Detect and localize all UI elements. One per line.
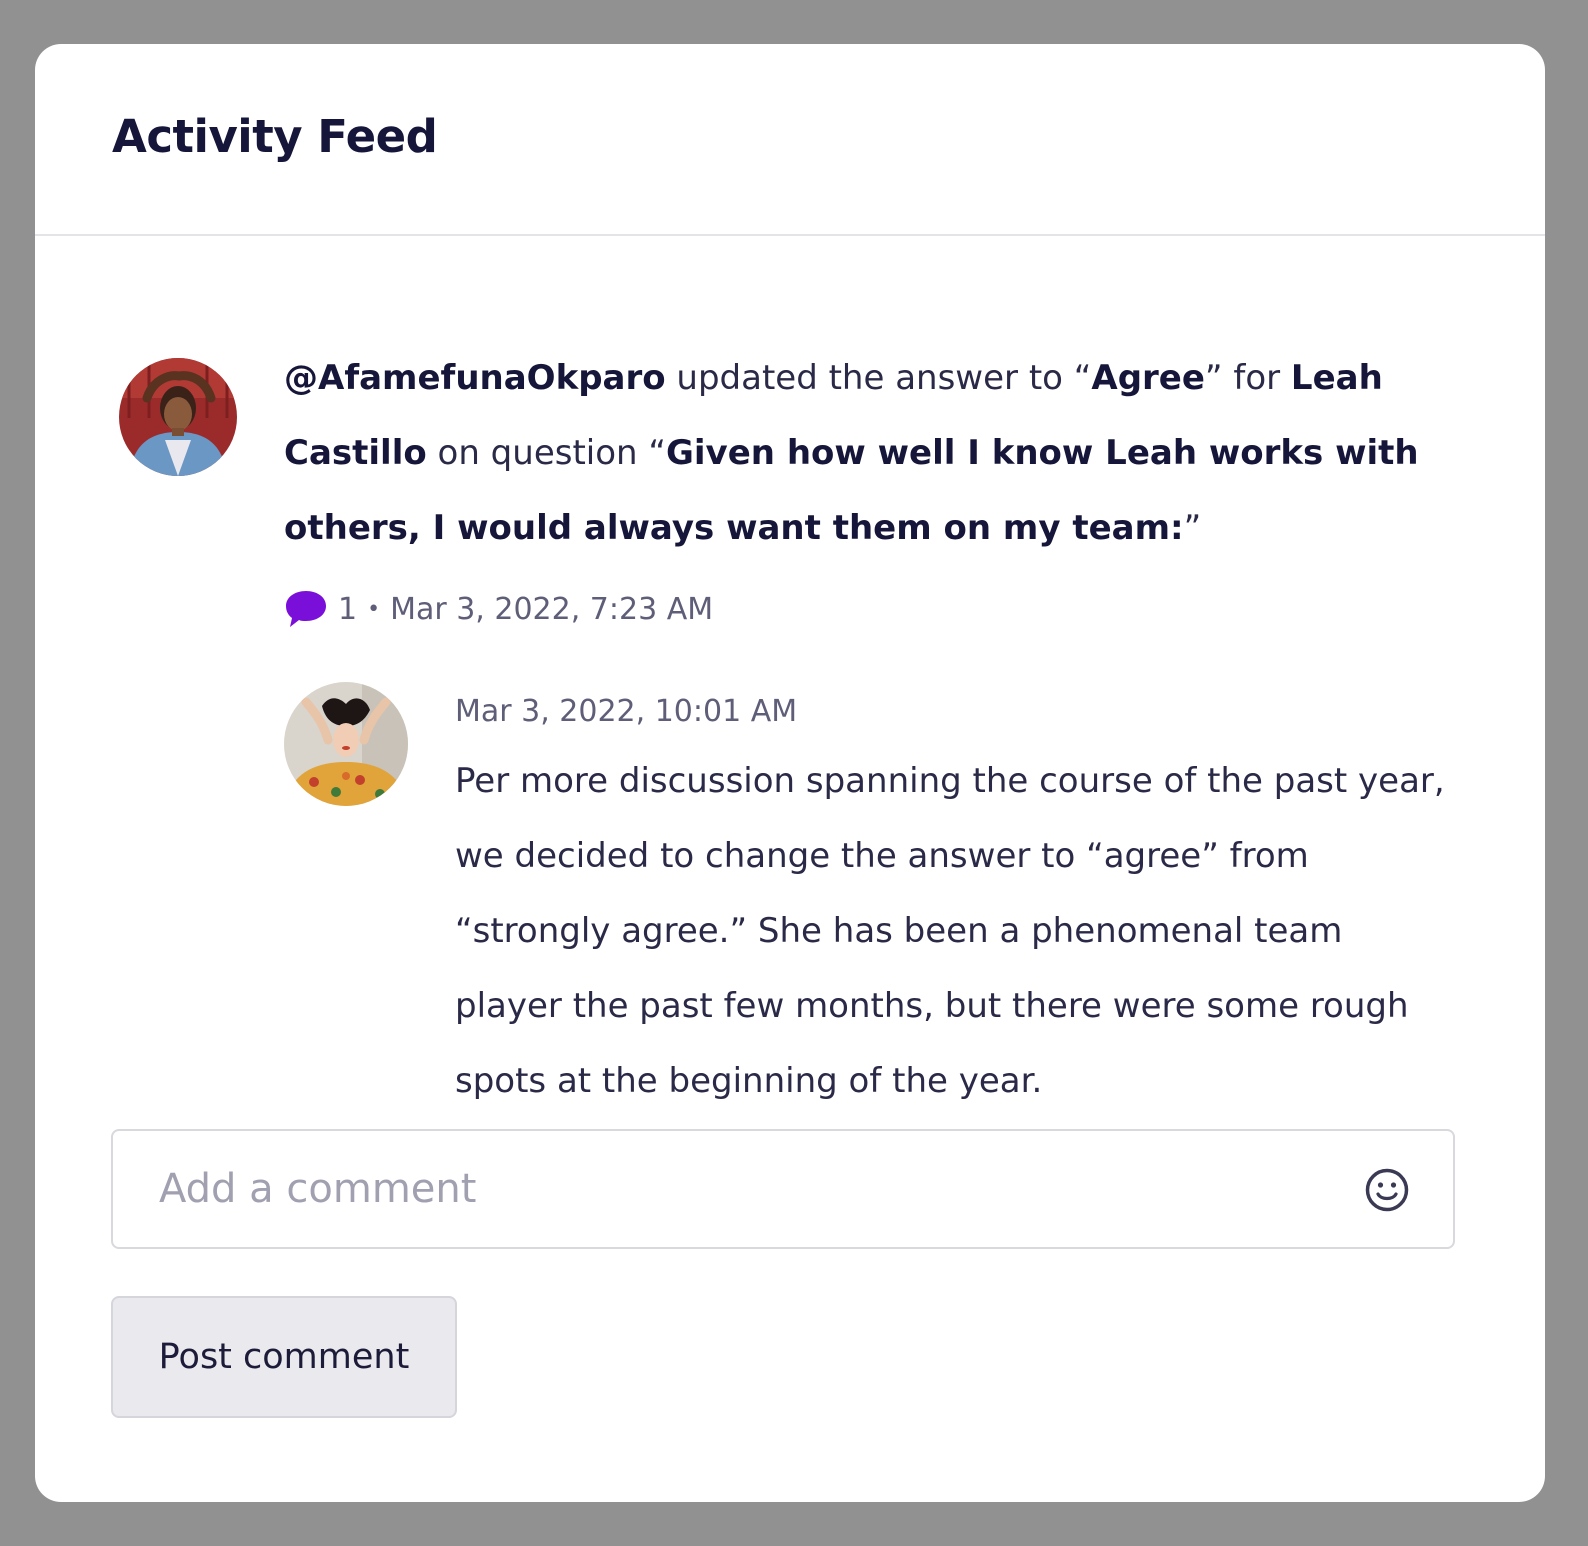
activity-text-close: ” [1183, 508, 1202, 548]
meta-separator: • [367, 596, 381, 622]
user-handle-link[interactable]: @AfamefunaOkparo [284, 358, 666, 398]
activity-description: @AfamefunaOkparo updated the answer to “… [284, 341, 1434, 566]
user-photo-icon [284, 682, 408, 806]
activity-meta: 1 • Mar 3, 2022, 7:23 AM [284, 586, 713, 632]
answer-value: Agree [1091, 358, 1205, 398]
reply-timestamp: Mar 3, 2022, 10:01 AM [455, 694, 798, 729]
user-photo-icon [119, 358, 237, 476]
page-title: Activity Feed [112, 110, 438, 163]
reply-avatar[interactable] [284, 682, 408, 806]
comment-bubble-icon[interactable] [284, 589, 328, 629]
activity-text-updated: updated the answer to “ [665, 358, 1092, 398]
activity-feed-card: Activity Feed @AfamefunaOkparo updated t… [35, 44, 1545, 1502]
post-comment-button[interactable]: Post comment [111, 1296, 457, 1418]
avatar[interactable] [119, 358, 237, 476]
comment-field[interactable] [111, 1129, 1455, 1249]
smiley-icon[interactable] [1365, 1168, 1409, 1212]
comment-count: 1 [338, 591, 358, 627]
reply-text: Per more discussion spanning the course … [455, 761, 1445, 1101]
card-header: Activity Feed [35, 44, 1545, 236]
activity-text-on-question: on question “ [426, 433, 666, 473]
activity-text-for: ” for [1204, 358, 1291, 398]
comment-input[interactable] [159, 1131, 1339, 1247]
activity-timestamp: Mar 3, 2022, 7:23 AM [390, 591, 714, 627]
